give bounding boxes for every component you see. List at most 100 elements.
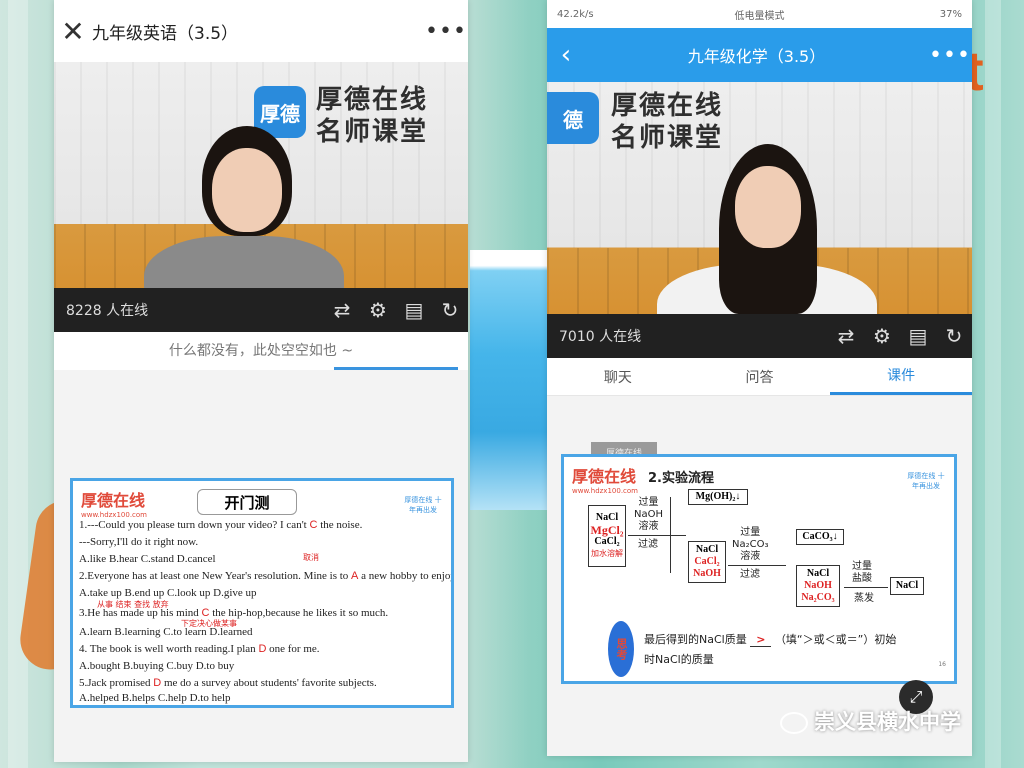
q-text: 4. The book is well worth reading.I plan	[79, 643, 256, 655]
chem-label: NaCl	[695, 544, 719, 555]
reagent-label: 过量 盐酸	[852, 561, 872, 585]
annotation: 取消	[303, 553, 319, 562]
courseware-slide[interactable]: 厚德在线 www.hdzx100.com 2.实验流程 厚德在线 十年再出发 Na…	[561, 454, 957, 684]
wechat-icon	[780, 712, 808, 734]
chem-label: NaOH	[804, 580, 832, 591]
question-line: A.like B.hear C.stand D.cancel	[79, 553, 216, 565]
courseware-slide[interactable]: 厚德在线 www.hdzx100.com 开门测 厚德在线 十年再出发 1.---…	[70, 478, 454, 708]
chem-label: NaOH	[634, 509, 663, 520]
online-count: 8228 人在线	[66, 303, 149, 319]
question-line: 2.Everyone has at least one New Year's r…	[79, 570, 451, 582]
chem-label: 过量	[638, 497, 659, 508]
slide-title: 开门测	[197, 489, 297, 515]
slide-logo: 厚德在线 www.hdzx100.com	[81, 487, 147, 519]
slide-title: 2.实验流程	[648, 471, 714, 486]
chem-label: 加水溶解	[591, 549, 623, 558]
page-number: 16	[938, 661, 946, 668]
slide-corner-logo: 厚德在线 十年再出发	[907, 472, 945, 490]
mixture-box: NaCl MgCl₂ CaCl₂ 加水溶解	[588, 505, 626, 567]
slide-logo: 厚德在线 www.hdzx100.com	[572, 463, 638, 495]
brand-line: 厚德在线	[611, 91, 724, 121]
page-title: 九年级英语（3.5）	[92, 23, 239, 44]
flow-arrow	[728, 565, 786, 566]
watermark-text: 崇义县横水中学	[814, 710, 961, 734]
question-text: 时NaCl的质量	[644, 653, 714, 666]
mixture-box: NaCl NaOH Na₂CO₃	[796, 565, 840, 607]
q-answer: A	[351, 570, 359, 582]
close-icon[interactable]: ✕	[54, 15, 92, 48]
slide-corner-logo: 厚德在线 十年再出发	[404, 496, 442, 514]
player-controls: 7010 人在线 ⇄ ⚙ ▤ ↻	[547, 314, 972, 358]
left-phone-screen: ✕ 九年级英语（3.5） ••• 厚德 厚德在线 名师课堂 8228 人在线 ⇄…	[54, 0, 468, 762]
video-player[interactable]: 厚德 厚德在线 名师课堂 8228 人在线 ⇄ ⚙ ▤ ↻	[54, 62, 468, 332]
app-header: ✕ 九年级英语（3.5） •••	[54, 0, 468, 62]
teacher-face	[735, 166, 801, 248]
q-text: the hip-hop,because he likes it so much.	[212, 607, 389, 619]
question-line: A.bought B.buying C.buy D.to buy	[79, 660, 235, 672]
slide-logo-url: www.hdzx100.com	[572, 487, 638, 495]
question-line: 1.---Could you please turn down your vid…	[79, 519, 362, 531]
slide-logo-url: www.hdzx100.com	[81, 511, 147, 519]
more-icon[interactable]: •••	[928, 43, 972, 68]
decor-band	[470, 250, 550, 510]
q-text: the noise.	[320, 519, 363, 531]
q-answer: C	[309, 519, 318, 531]
chem-label: 溶液	[740, 551, 761, 562]
tab-qa[interactable]: 问答	[689, 358, 831, 395]
q-text: one for me.	[269, 643, 320, 655]
chem-label: CaCO₃↓	[802, 531, 838, 542]
online-count: 7010 人在线	[559, 329, 642, 345]
page-title: 九年级化学（3.5）	[687, 47, 826, 66]
question-line: ---Sorry,I'll do it right now.	[79, 536, 199, 548]
document-icon[interactable]: ▤	[900, 324, 936, 348]
q-text: 5.Jack promised	[79, 677, 151, 689]
mixture-box: NaCl CaCl₂ NaOH	[688, 541, 726, 583]
tab-chat[interactable]: 聊天	[547, 358, 689, 395]
refresh-icon[interactable]: ↻	[432, 298, 468, 322]
precipitate-box: Mg(OH)₂↓	[688, 489, 748, 505]
teacher-face	[212, 148, 282, 232]
flow-branch	[670, 497, 686, 573]
question-line: A.learn B.learning C.to learn D.learned	[79, 626, 253, 638]
tab-courseware[interactable]: 课件	[830, 358, 972, 395]
slide-logo-text: 厚德在线	[81, 491, 146, 510]
reagent-label: 过量 Na₂CO₃ 溶液	[732, 527, 768, 563]
app-header: ‹ 九年级化学（3.5） •••	[547, 28, 972, 82]
network-speed: 42.2k/s	[557, 8, 594, 20]
chem-label: MgCl₂	[590, 523, 624, 537]
chem-label: 过量	[852, 561, 872, 572]
chem-label: CaCl₂	[694, 556, 720, 567]
think-badge: 思考	[608, 621, 634, 677]
chem-label: CaCl₂	[594, 536, 620, 547]
more-icon[interactable]: •••	[424, 19, 468, 44]
video-player[interactable]: 德 厚德在线 名师课堂 7010 人在线 ⇄ ⚙ ▤ ↻	[547, 82, 972, 358]
precipitate-box: CaCO₃↓	[796, 529, 844, 545]
tab-bar: 聊天 问答 课件	[547, 358, 972, 396]
player-controls: 8228 人在线 ⇄ ⚙ ▤ ↻	[54, 288, 468, 332]
battery-level: 37%	[939, 8, 962, 20]
question-line: 5.Jack promised D me do a survey about s…	[79, 677, 377, 689]
empty-message: 什么都没有，此处空空如也 ~	[54, 332, 468, 370]
product-box: NaCl	[890, 577, 924, 595]
chem-label: NaOH	[693, 568, 721, 579]
chem-label: Na₂CO₃	[732, 539, 769, 550]
chem-label: 过量	[740, 527, 761, 538]
battery-mode: 低电量模式	[734, 10, 785, 22]
chevron-left-icon[interactable]: ‹	[547, 40, 585, 70]
q-text: 2.Everyone has at least one New Year's r…	[79, 570, 349, 582]
document-icon[interactable]: ▤	[396, 298, 432, 322]
settings-icon[interactable]: ⚙	[864, 324, 900, 348]
refresh-icon[interactable]: ↻	[936, 324, 972, 348]
question-text: 最后得到的NaCl质量 > （填“＞或＜或＝”）初始	[644, 631, 896, 647]
brand-line: 厚德在线	[316, 85, 429, 115]
question-line: 4. The book is well worth reading.I plan…	[79, 643, 320, 655]
settings-icon[interactable]: ⚙	[360, 298, 396, 322]
chem-label: Na₂CO₃	[801, 592, 835, 603]
wechat-watermark: 崇义县横水中学	[780, 706, 961, 736]
status-bar: 42.2k/s 低电量模式 37%	[547, 0, 972, 28]
chem-label: Mg(OH)₂↓	[695, 491, 741, 502]
switch-icon[interactable]: ⇄	[324, 298, 360, 322]
chem-label: 溶液	[638, 521, 659, 532]
switch-icon[interactable]: ⇄	[828, 324, 864, 348]
question-line: A.helped B.helps C.help D.to help	[79, 692, 231, 704]
